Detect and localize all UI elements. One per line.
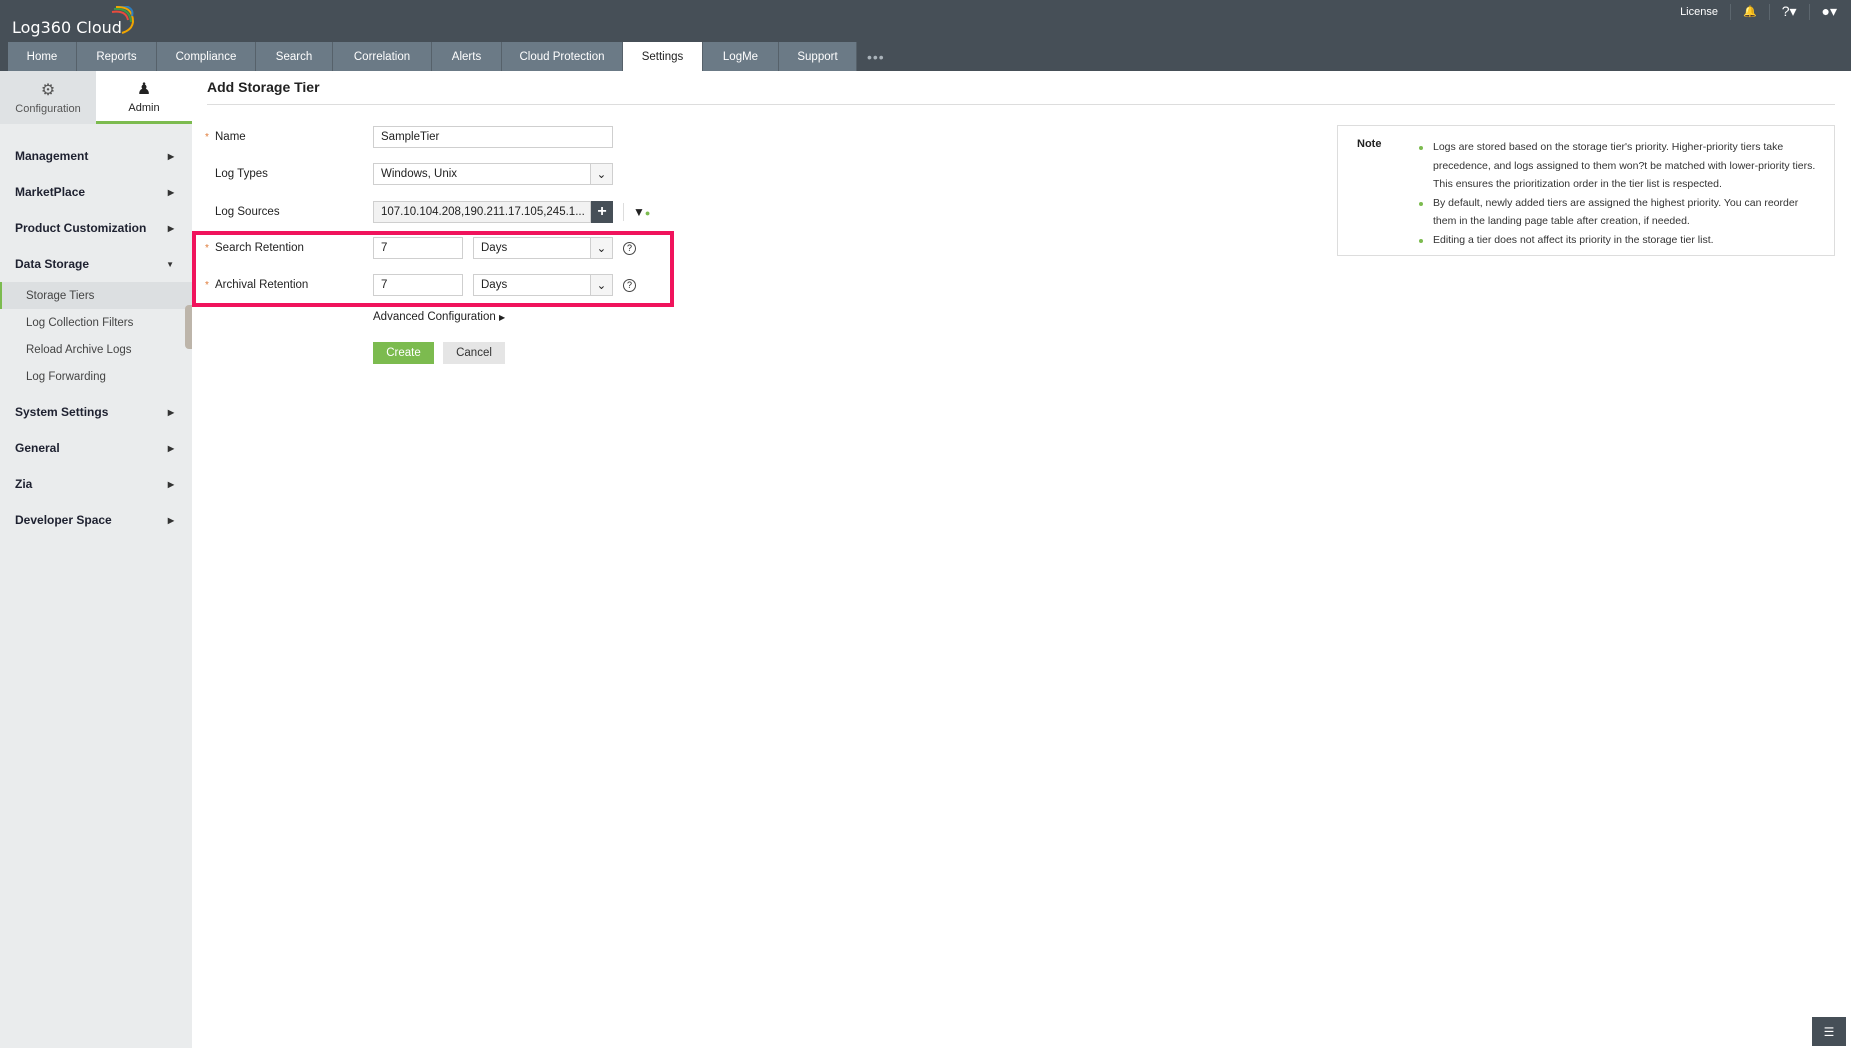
cancel-button[interactable]: Cancel: [443, 342, 505, 364]
divider: [623, 203, 624, 221]
label: System Settings: [15, 405, 109, 419]
chevron-down-icon: ⌄: [590, 238, 612, 258]
license-link[interactable]: License: [1680, 6, 1718, 18]
logo-text: Log360 Cloud: [12, 18, 122, 37]
caret-right-icon: ▶: [167, 407, 174, 417]
sidebar-item-developer-space[interactable]: Developer Space ▶: [0, 502, 192, 538]
divider: [1768, 3, 1770, 20]
caret-right-icon: ▶: [167, 223, 174, 233]
divider: [1729, 3, 1731, 20]
sidebar-collapse-handle[interactable]: [185, 305, 192, 349]
page-title: Add Storage Tier: [207, 79, 320, 95]
configuration-label: Configuration: [15, 103, 81, 115]
log-sources-input[interactable]: 107.10.104.208,190.211.17.105,245.1...: [373, 201, 591, 223]
name-input[interactable]: SampleTier: [373, 126, 613, 148]
sidebar: ⚙ Configuration ♟ Admin Management ▶ Market…: [0, 71, 192, 1048]
chevron-down-icon: ⌄: [590, 275, 612, 295]
user-avatar-icon[interactable]: ●▾: [1822, 3, 1837, 20]
log-types-select[interactable]: Windows, Unix ⌄: [373, 163, 613, 185]
tab-search[interactable]: Search: [256, 42, 333, 71]
note-panel: Note Logs are stored based on the storag…: [1337, 125, 1835, 256]
note-title: Note: [1357, 138, 1382, 150]
search-retention-label: Search Retention: [215, 242, 304, 254]
required-marker: *: [205, 131, 209, 143]
chevron-down-icon: ⌄: [590, 164, 612, 184]
sidebar-subitem-log-forwarding[interactable]: Log Forwarding: [0, 363, 192, 390]
unit-value: Days: [481, 279, 508, 291]
tab-alerts[interactable]: Alerts: [432, 42, 502, 71]
archival-retention-input[interactable]: 7: [373, 274, 463, 296]
logo-swoosh-icon: [111, 6, 134, 34]
search-retention-unit-select[interactable]: Days ⌄: [473, 237, 613, 259]
name-label: Name: [215, 131, 246, 143]
sidebar-item-system-settings[interactable]: System Settings ▶: [0, 394, 192, 430]
logo[interactable]: Log360 Cloud: [12, 6, 134, 37]
admin-tab[interactable]: ♟ Admin: [96, 71, 192, 124]
sidebar-subitem-reload-archive-logs[interactable]: Reload Archive Logs: [0, 336, 192, 363]
label: Product Customization: [15, 221, 147, 235]
label: Data Storage: [15, 257, 90, 271]
required-marker: *: [205, 242, 209, 254]
label: Zia: [15, 477, 33, 491]
help-icon[interactable]: ?: [623, 241, 636, 255]
sidebar-subitem-storage-tiers[interactable]: Storage Tiers: [0, 282, 192, 309]
note-item: By default, newly added tiers are assign…: [1417, 194, 1817, 231]
note-item: Editing a tier does not affect its prior…: [1417, 231, 1817, 250]
chat-icon[interactable]: ☰: [1812, 1017, 1846, 1046]
note-item: Logs are stored based on the storage tie…: [1417, 138, 1817, 194]
caret-right-icon: ▶: [167, 443, 174, 453]
sidebar-item-zia[interactable]: Zia ▶: [0, 466, 192, 502]
caret-right-icon: ▶: [498, 313, 506, 322]
sidebar-subitem-log-collection-filters[interactable]: Log Collection Filters: [0, 309, 192, 336]
more-tabs-icon[interactable]: •••: [857, 42, 895, 71]
sidebar-item-marketplace[interactable]: MarketPlace ▶: [0, 174, 192, 210]
filter-check-icon[interactable]: ▼●: [633, 205, 650, 219]
tab-home[interactable]: Home: [8, 42, 77, 71]
caret-right-icon: ▶: [167, 187, 174, 197]
add-source-button[interactable]: +: [591, 201, 613, 223]
caret-down-icon: ▼: [166, 259, 174, 269]
label: Management: [15, 149, 89, 163]
search-retention-input[interactable]: 7: [373, 237, 463, 259]
help-menu-icon[interactable]: ?▾: [1782, 3, 1797, 20]
tab-reports[interactable]: Reports: [77, 42, 157, 71]
divider: [1808, 3, 1810, 20]
user-icon: ♟: [136, 80, 152, 98]
advanced-label: Advanced Configuration: [373, 311, 496, 323]
log-sources-label: Log Sources: [215, 206, 280, 218]
help-icon[interactable]: ?: [623, 278, 636, 292]
log-types-value: Windows, Unix: [381, 168, 458, 180]
log-types-label: Log Types: [215, 168, 268, 180]
archival-retention-label: Archival Retention: [215, 279, 309, 291]
label: MarketPlace: [15, 185, 86, 199]
archival-retention-unit-select[interactable]: Days ⌄: [473, 274, 613, 296]
top-header: Log360 Cloud License 🔔 ?▾ ●▾ Home Report…: [0, 0, 1851, 71]
tab-compliance[interactable]: Compliance: [157, 42, 256, 71]
create-button[interactable]: Create: [373, 342, 434, 364]
label: General: [15, 441, 60, 455]
tab-correlation[interactable]: Correlation: [333, 42, 432, 71]
label: Developer Space: [15, 513, 112, 527]
notification-bell-icon[interactable]: 🔔: [1743, 5, 1757, 18]
caret-right-icon: ▶: [167, 479, 174, 489]
sidebar-item-general[interactable]: General ▶: [0, 430, 192, 466]
gear-icon: ⚙: [40, 82, 56, 99]
required-marker: *: [205, 279, 209, 291]
sidebar-item-data-storage[interactable]: Data Storage ▼: [0, 246, 192, 282]
admin-label: Admin: [128, 101, 160, 114]
caret-right-icon: ▶: [167, 515, 174, 525]
main-nav: Home Reports Compliance Search Correlati…: [8, 42, 895, 71]
tab-logme[interactable]: LogMe: [703, 42, 779, 71]
sidebar-item-product-customization[interactable]: Product Customization ▶: [0, 210, 192, 246]
sidebar-item-management[interactable]: Management ▶: [0, 138, 192, 174]
divider: [207, 104, 1835, 105]
configuration-tab[interactable]: ⚙ Configuration: [0, 71, 96, 124]
tab-cloud-protection[interactable]: Cloud Protection: [502, 42, 623, 71]
tab-support[interactable]: Support: [779, 42, 857, 71]
advanced-configuration-toggle[interactable]: Advanced Configuration ▶: [373, 311, 505, 323]
unit-value: Days: [481, 242, 508, 254]
tab-settings[interactable]: Settings: [623, 42, 703, 71]
caret-right-icon: ▶: [167, 151, 174, 161]
